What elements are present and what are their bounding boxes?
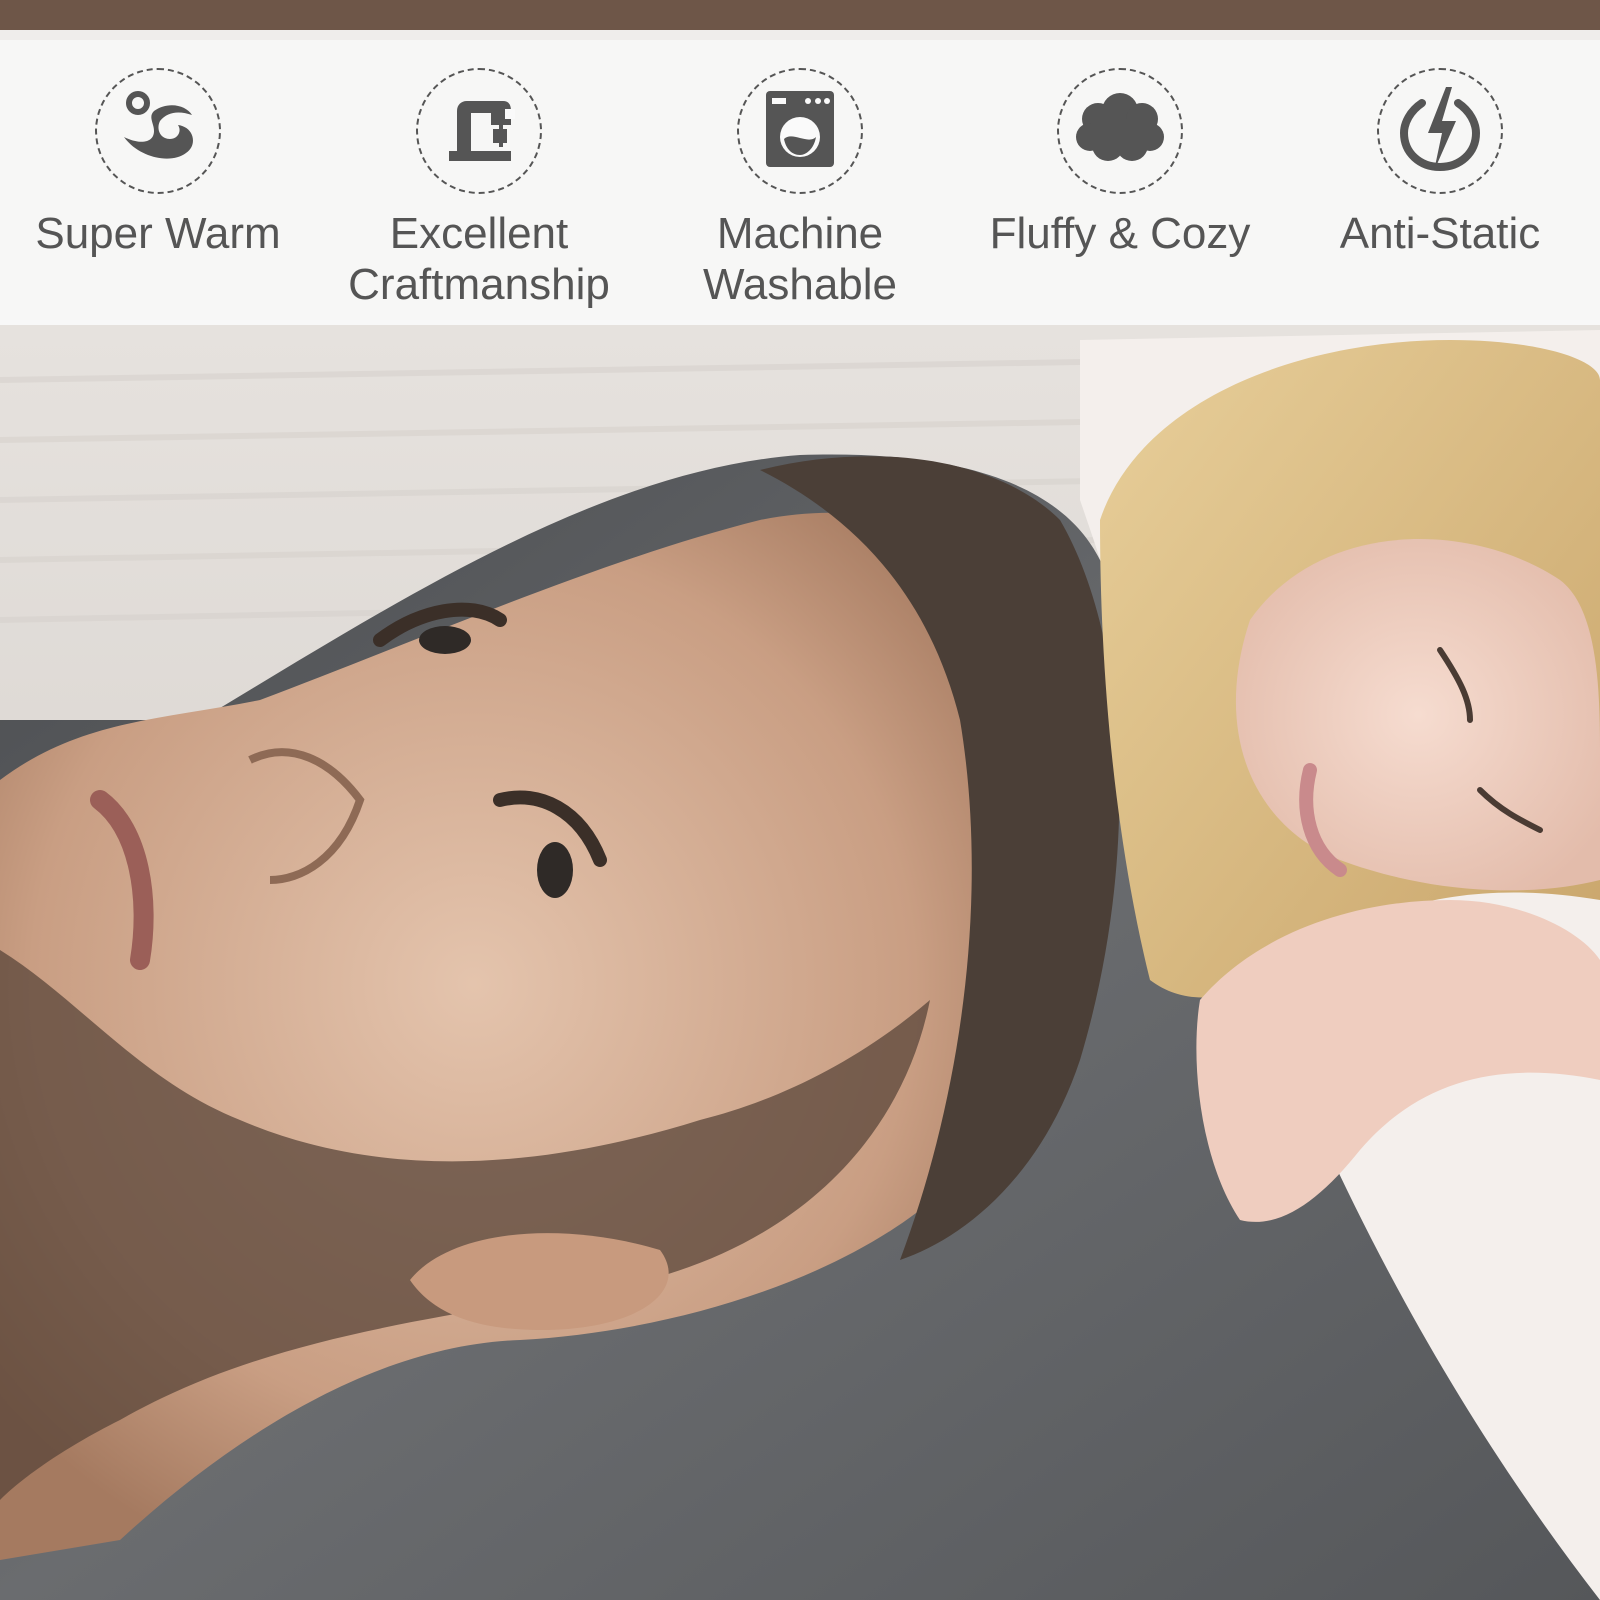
cloud-icon [1070, 89, 1170, 174]
washing-machine-icon [752, 81, 848, 182]
feature-badge [1377, 68, 1503, 194]
feature-badge [416, 68, 542, 194]
feature-badge [737, 68, 863, 194]
feature-label: Super Warm [35, 209, 281, 258]
feature-anti-static: Anti-Static [1290, 68, 1590, 259]
feature-badge [1057, 68, 1183, 194]
feature-label: Fluffy & Cozy [989, 209, 1251, 258]
lightning-bolt-icon [1392, 81, 1488, 182]
feature-banner: Super Warm Excellent Craftmanship Machin… [0, 30, 1600, 325]
feature-craftmanship: Excellent Craftmanship [329, 68, 629, 310]
feature-label: Excellent Craftmanship [348, 209, 610, 309]
feature-super-warm: Super Warm [8, 68, 308, 259]
feature-label: Anti-Static [1339, 209, 1541, 258]
feature-fluffy-cozy: Fluffy & Cozy [970, 68, 1270, 259]
feature-badge [95, 68, 221, 194]
feature-label: Machine Washable [702, 209, 898, 309]
warmth-wave-icon [110, 81, 206, 182]
feature-machine-washable: Machine Washable [650, 68, 950, 310]
sewing-machine-icon [431, 81, 527, 182]
